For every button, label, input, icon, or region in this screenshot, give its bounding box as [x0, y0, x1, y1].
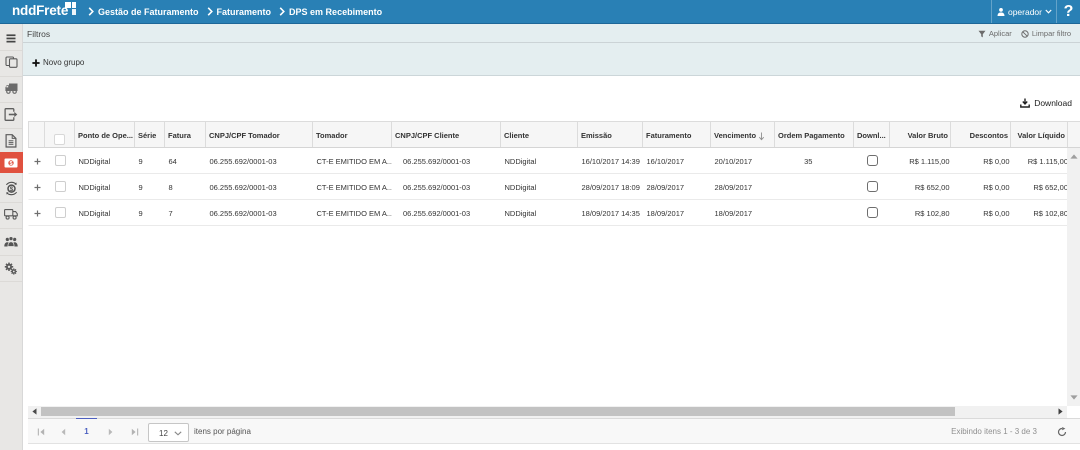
svg-text:$: $ [9, 186, 13, 193]
svg-text:$: $ [9, 161, 12, 167]
